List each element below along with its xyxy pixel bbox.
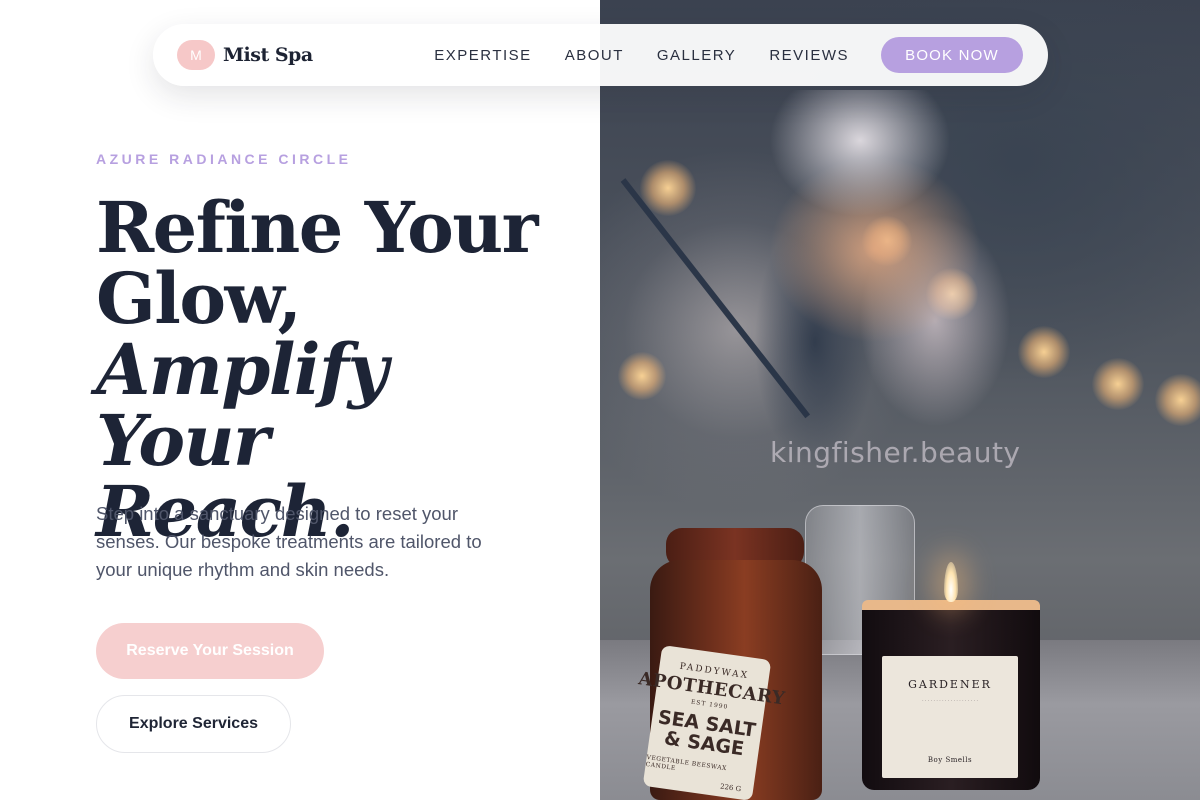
hero-eyebrow: AZURE RADIANCE CIRCLE — [96, 151, 352, 167]
bokeh-light — [1018, 326, 1070, 378]
jar-label-scent: SEA SALT & SAGE — [656, 706, 758, 761]
bokeh-light — [618, 352, 666, 400]
bokeh-light — [1155, 374, 1200, 426]
logo-mark: M — [177, 40, 215, 70]
top-nav: M Mist Spa EXPERTISE ABOUT GALLERY REVIE… — [153, 24, 1048, 86]
candle-flame — [944, 562, 958, 602]
brand-logo[interactable]: M Mist Spa — [177, 40, 313, 70]
candle-label-title: GARDENER — [908, 678, 992, 691]
bokeh-light — [1092, 358, 1144, 410]
explore-services-button[interactable]: Explore Services — [96, 695, 291, 753]
watermark: kingfisher.beauty — [770, 436, 1021, 469]
headline-line-1: Refine Your — [96, 186, 539, 269]
headline-line-3: Amplify Your — [96, 328, 388, 482]
hero-photo: PADDYWAX APOTHECARY EST 1990 SEA SALT & … — [600, 0, 1200, 800]
nav-link-about[interactable]: ABOUT — [565, 47, 624, 64]
hero-headline: Refine Your Glow, Amplify Your Reach. — [96, 192, 576, 547]
nav-link-reviews[interactable]: REVIEWS — [769, 47, 849, 64]
book-now-button[interactable]: BOOK NOW — [881, 37, 1023, 73]
nav-links: EXPERTISE ABOUT GALLERY REVIEWS — [434, 47, 849, 64]
reserve-session-button[interactable]: Reserve Your Session — [96, 623, 324, 679]
nav-link-expertise[interactable]: EXPERTISE — [434, 47, 531, 64]
hero-description: Step into a sanctuary designed to reset … — [96, 503, 482, 580]
headline-line-2: Glow, — [96, 257, 302, 340]
nav-link-gallery[interactable]: GALLERY — [657, 47, 736, 64]
jar-label: PADDYWAX APOTHECARY EST 1990 SEA SALT & … — [637, 645, 786, 800]
jar-label-weight: 226 G — [719, 782, 742, 794]
candle-label: GARDENER · · · · · · · · · · · · · · · ·… — [882, 656, 1018, 778]
candle-label-text: · · · · · · · · · · · · · · · · · · · · — [922, 699, 978, 704]
candle-label-maker: Boy Smells — [927, 756, 973, 764]
brand-name: Mist Spa — [223, 44, 313, 66]
